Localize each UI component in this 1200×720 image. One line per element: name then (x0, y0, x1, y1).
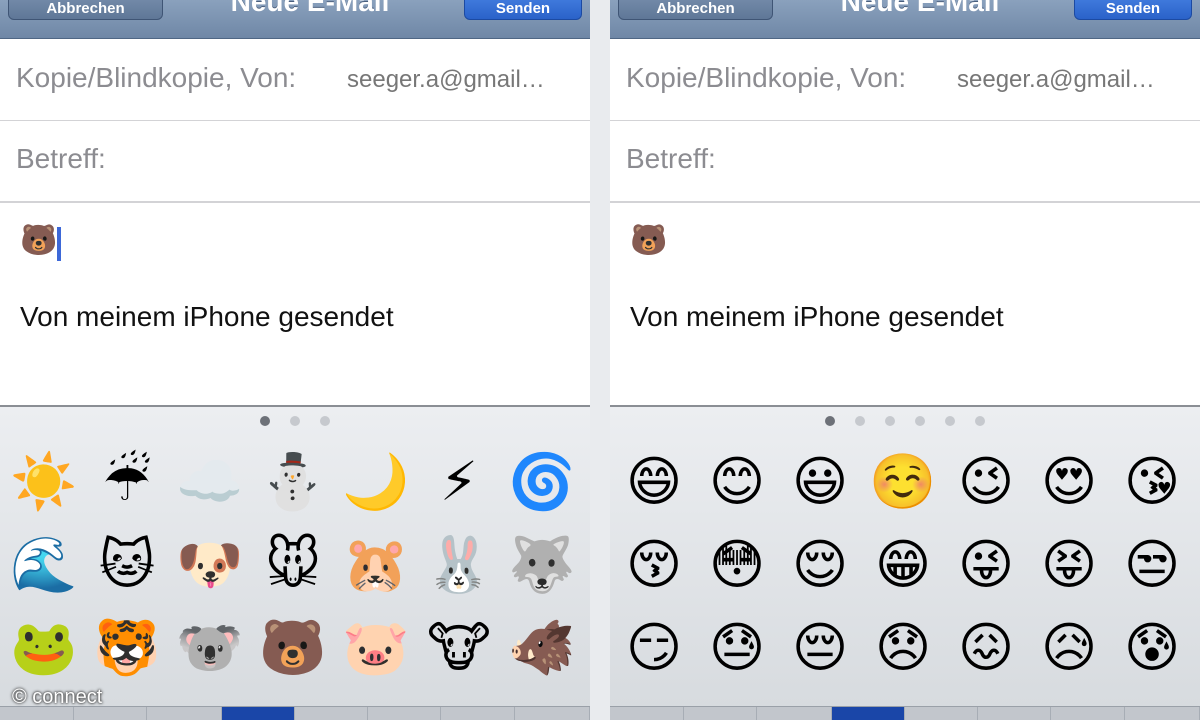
page-dot[interactable] (855, 416, 865, 426)
emoji-key[interactable]: 🐹 (341, 530, 411, 600)
emoji-key[interactable]: 🐯 (92, 613, 162, 683)
emoji-category-tab[interactable] (832, 707, 905, 720)
emoji-keyboard: 😄 😊 😃 ☺️ 😉 😍 😘 😚 😳 😌 😁 😜 😝 😒 😏 😓 😔 😞 😖 😥 😰 (610, 405, 1200, 720)
emoji-category-tab[interactable] (757, 707, 832, 720)
page-dot[interactable] (945, 416, 955, 426)
cc-from-label: Kopie/Blindkopie, Von: (16, 62, 297, 93)
emoji-key[interactable]: 😁 (868, 530, 938, 600)
emoji-category-tab[interactable] (1125, 707, 1200, 720)
emoji-key[interactable]: 🐺 (507, 530, 577, 600)
emoji-key[interactable]: ☔ (92, 447, 162, 517)
nav-bar: Abbrechen Neue E-Mail Senden (0, 0, 590, 39)
emoji-key[interactable]: 🐻 (258, 613, 328, 683)
mail-compose-left: Abbrechen Neue E-Mail Senden Kopie/Blind… (0, 0, 590, 720)
signature-text: Von meinem iPhone gesendet (20, 301, 394, 332)
emoji-key[interactable]: 🐨 (175, 613, 245, 683)
page-dot[interactable] (260, 416, 270, 426)
emoji-key[interactable]: 😔 (785, 613, 855, 683)
emoji-key[interactable]: 😃 (785, 447, 855, 517)
from-address[interactable]: seeger.a@gmail… (957, 66, 1155, 94)
emoji-key[interactable]: 😞 (868, 613, 938, 683)
cancel-button[interactable]: Abbrechen (618, 0, 773, 20)
page-indicator[interactable] (0, 413, 590, 427)
emoji-key[interactable]: 😄 (619, 447, 689, 517)
emoji-key[interactable]: 😌 (785, 530, 855, 600)
emoji-category-tab[interactable] (441, 707, 515, 720)
emoji-key[interactable]: 🐱 (92, 530, 162, 600)
send-button[interactable]: Senden (1074, 0, 1192, 20)
cancel-button[interactable]: Abbrechen (8, 0, 163, 20)
emoji-category-tab[interactable] (905, 707, 978, 720)
page-dot[interactable] (975, 416, 985, 426)
emoji-key[interactable]: 🐸 (9, 613, 79, 683)
signature-text: Von meinem iPhone gesendet (630, 301, 1004, 332)
message-body[interactable]: 🐻 Von meinem iPhone gesendet (610, 203, 1200, 405)
page-dot[interactable] (825, 416, 835, 426)
emoji-key[interactable]: 🐮 (424, 613, 494, 683)
emoji-key[interactable]: ⚡ (424, 447, 494, 517)
bear-emoji: 🐻 (630, 224, 668, 257)
emoji-key[interactable]: 😚 (619, 530, 689, 600)
emoji-key[interactable]: 😊 (702, 447, 772, 517)
emoji-key[interactable]: 😖 (951, 613, 1021, 683)
nav-title: Neue E-Mail (230, 0, 390, 17)
emoji-key[interactable]: ☀️ (9, 447, 79, 517)
bear-emoji: 🐻 (20, 224, 58, 257)
emoji-key[interactable]: 😜 (951, 530, 1021, 600)
emoji-category-tab[interactable] (368, 707, 441, 720)
emoji-key[interactable]: 😏 (619, 613, 689, 683)
emoji-category-tab[interactable] (684, 707, 757, 720)
message-body[interactable]: 🐻 Von meinem iPhone gesendet (0, 203, 590, 405)
emoji-key[interactable]: 🐷 (341, 613, 411, 683)
emoji-key[interactable]: 🌊 (9, 530, 79, 600)
emoji-category-tab[interactable] (610, 707, 684, 720)
page-dot[interactable] (290, 416, 300, 426)
nav-title: Neue E-Mail (840, 0, 1000, 17)
send-button[interactable]: Senden (464, 0, 582, 20)
emoji-key[interactable]: 😥 (1034, 613, 1104, 683)
emoji-key[interactable]: 🌀 (507, 447, 577, 517)
emoji-category-tab[interactable] (515, 707, 590, 720)
emoji-keyboard: ☀️ ☔ ☁️ ⛄ 🌙 ⚡ 🌀 🌊 🐱 🐶 🐭 🐹 🐰 🐺 🐸 🐯 🐨 🐻 🐷 🐮 🐗 (0, 405, 590, 720)
cc-from-label: Kopie/Blindkopie, Von: (626, 62, 907, 93)
mail-compose-right: Abbrechen Neue E-Mail Senden Kopie/Blind… (610, 0, 1200, 720)
emoji-key[interactable]: ⛄ (258, 447, 328, 517)
subject-label: Betreff: (626, 143, 716, 174)
emoji-key[interactable]: 🐗 (507, 613, 577, 683)
emoji-key[interactable]: 😝 (1034, 530, 1104, 600)
subject-label: Betreff: (16, 143, 106, 174)
watermark: © connect (12, 686, 103, 708)
emoji-key[interactable]: 😉 (951, 447, 1021, 517)
page-dot[interactable] (885, 416, 895, 426)
emoji-key[interactable]: ☁️ (175, 447, 245, 517)
panel-divider (590, 0, 610, 720)
emoji-category-tab[interactable] (147, 707, 222, 720)
emoji-category-tab[interactable] (295, 707, 368, 720)
emoji-key[interactable]: 😒 (1117, 530, 1187, 600)
nav-bar: Abbrechen Neue E-Mail Senden (610, 0, 1200, 39)
emoji-category-bar (610, 706, 1200, 720)
emoji-key[interactable]: 🐰 (424, 530, 494, 600)
emoji-key[interactable]: ☺️ (868, 447, 938, 517)
emoji-key[interactable]: 🐭 (258, 530, 328, 600)
from-address[interactable]: seeger.a@gmail… (347, 66, 545, 94)
emoji-key[interactable]: 😘 (1117, 447, 1187, 517)
emoji-category-tab[interactable] (222, 707, 295, 720)
cc-from-field[interactable]: Kopie/Blindkopie, Von: seeger.a@gmail… (0, 40, 590, 122)
emoji-key[interactable]: 😍 (1034, 447, 1104, 517)
emoji-key[interactable]: 🌙 (341, 447, 411, 517)
page-dot[interactable] (915, 416, 925, 426)
page-dot[interactable] (320, 416, 330, 426)
emoji-category-tab[interactable] (1051, 707, 1125, 720)
emoji-key[interactable]: 🐶 (175, 530, 245, 600)
subject-field[interactable]: Betreff: (610, 121, 1200, 203)
subject-field[interactable]: Betreff: (0, 121, 590, 203)
cc-from-field[interactable]: Kopie/Blindkopie, Von: seeger.a@gmail… (610, 40, 1200, 122)
emoji-key[interactable]: 😳 (702, 530, 772, 600)
emoji-key[interactable]: 😰 (1117, 613, 1187, 683)
emoji-category-tab[interactable] (978, 707, 1051, 720)
page-indicator[interactable] (610, 413, 1200, 427)
emoji-key[interactable]: 😓 (702, 613, 772, 683)
text-cursor (57, 227, 61, 261)
